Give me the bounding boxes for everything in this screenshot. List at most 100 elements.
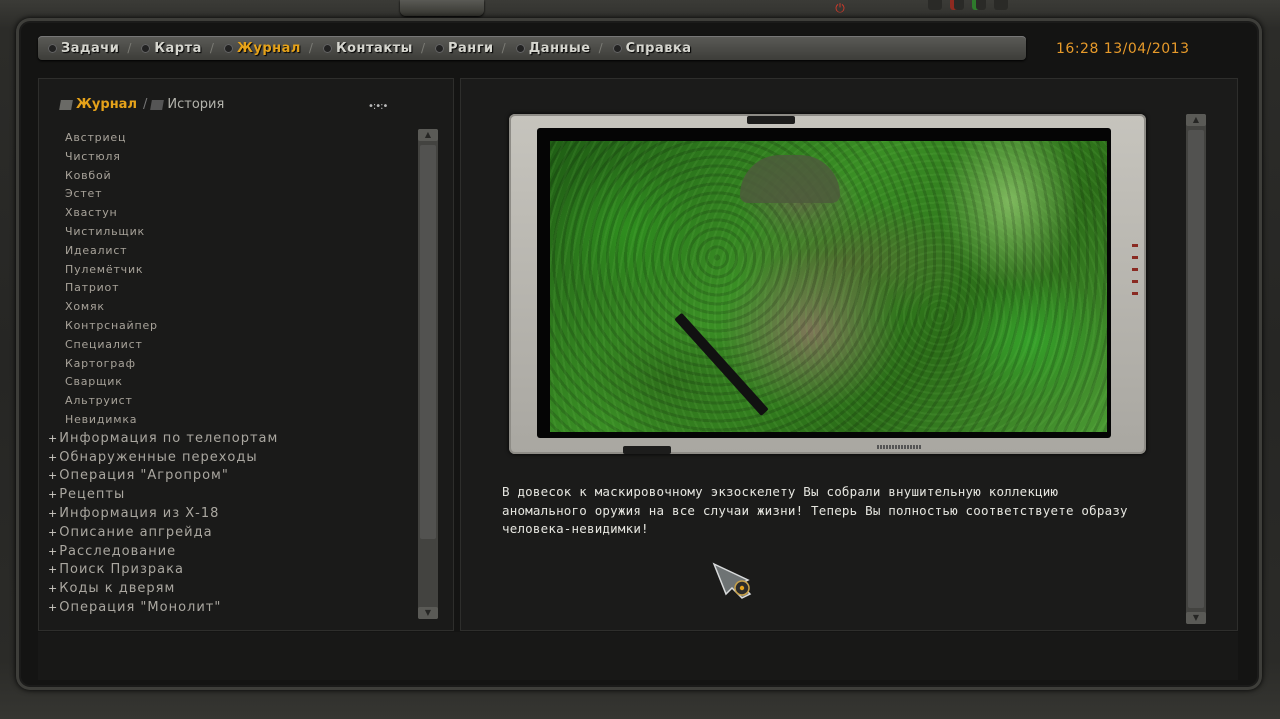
menu-label: Контакты	[335, 40, 413, 56]
plus-icon: +	[48, 506, 59, 520]
scroll-down-button[interactable]: ▼	[418, 607, 438, 619]
led	[950, 0, 964, 10]
scroll-up-button[interactable]: ▲	[1186, 114, 1206, 126]
power-icon: ⏻	[835, 1, 845, 15]
section-label: Коды к дверям	[59, 581, 176, 597]
menu-label: Ранги	[447, 40, 494, 56]
list-item[interactable]: Картограф	[48, 355, 408, 374]
plus-icon: +	[48, 450, 59, 464]
menu-label: Задачи	[61, 40, 120, 56]
scroll-down-button[interactable]: ▼	[1186, 612, 1206, 624]
list-scrollbar[interactable]: ▲ ▼	[418, 129, 438, 619]
scroll-thumb[interactable]	[1188, 130, 1204, 608]
section-label: Расследование	[59, 543, 177, 559]
subtab-history[interactable]: История	[150, 97, 225, 112]
scroll-arrow-icon: ▼	[424, 608, 432, 617]
list-item[interactable]: Альтруист	[48, 392, 408, 411]
menu-tab-tasks[interactable]: Задачи	[48, 41, 119, 56]
menu-separator: /	[209, 41, 214, 55]
section-label: Операция "Агропром"	[59, 468, 229, 484]
section-label: Рецепты	[59, 487, 126, 503]
menu-label: Справка	[625, 40, 692, 56]
section-item[interactable]: +Рецепты	[48, 486, 408, 505]
pda-cursor-icon	[712, 562, 752, 599]
menu-separator: /	[501, 41, 506, 55]
dots-icon: •:•:•	[368, 101, 388, 112]
plus-icon: +	[48, 431, 59, 445]
scroll-arrow-icon: ▲	[1192, 115, 1200, 124]
list-item[interactable]: Чистюля	[48, 148, 408, 167]
status-leds	[928, 0, 1008, 10]
bezel-handle	[623, 446, 671, 454]
menu-bullet-icon	[48, 43, 57, 53]
menu-tab-help[interactable]: Справка	[612, 40, 692, 56]
menu-separator: /	[127, 41, 132, 55]
menu-label: Карта	[154, 40, 202, 56]
scroll-arrow-icon: ▼	[1192, 613, 1200, 622]
section-item[interactable]: +Операция "Монолит"	[48, 599, 408, 618]
section-item[interactable]: +Информация из Х-18	[48, 505, 408, 524]
menu-bullet-icon	[322, 43, 332, 53]
menu-tab-journal[interactable]: Журнал	[223, 40, 301, 56]
plus-icon: +	[48, 582, 59, 596]
menu-bullet-icon	[515, 43, 525, 53]
section-item[interactable]: +Операция "Агропром"	[48, 467, 408, 486]
bezel-handle	[747, 116, 795, 124]
section-item[interactable]: +Коды к дверям	[48, 580, 408, 599]
section-item[interactable]: +Описание апгрейда	[48, 524, 408, 543]
speaker-grille	[877, 445, 921, 449]
plus-icon: +	[48, 563, 59, 577]
menu-separator: /	[420, 41, 425, 55]
menu-bullet-icon	[612, 43, 622, 53]
power-button[interactable]: ⏻	[400, 0, 845, 16]
list-item[interactable]: Контрснайпер	[48, 317, 408, 336]
section-label: Поиск Призрака	[59, 562, 184, 578]
menu-tab-map[interactable]: Карта	[141, 41, 202, 56]
list-item[interactable]: Чистильщик	[48, 223, 408, 242]
list-item[interactable]: Сварщик	[48, 373, 408, 392]
menu-tab-data[interactable]: Данные	[515, 40, 591, 56]
led	[972, 0, 986, 10]
main-menu: Задачи / Карта / Журнал / Контакты / Ран…	[38, 36, 1026, 60]
list-item[interactable]: Патриот	[48, 279, 408, 298]
menu-separator: /	[308, 41, 313, 55]
list-item[interactable]: Хомяк	[48, 298, 408, 317]
list-item[interactable]: Австриец	[48, 129, 408, 148]
section-item[interactable]: +Информация по телепортам	[48, 430, 408, 449]
content-scrollbar[interactable]: ▲ ▼	[1186, 114, 1206, 624]
journal-list: Австриец Чистюля Ковбой Эстет Хвастун Чи…	[48, 129, 408, 618]
achievement-description: В довесок к маскировочному экзоскелету В…	[502, 484, 1128, 536]
menu-label: Журнал	[236, 40, 301, 56]
section-item[interactable]: +Расследование	[48, 543, 408, 562]
menu-bullet-icon	[434, 43, 444, 53]
section-item[interactable]: +Обнаруженные переходы	[48, 449, 408, 468]
list-item[interactable]: Специалист	[48, 336, 408, 355]
list-item[interactable]: Невидимка	[48, 411, 408, 430]
menu-tab-ranks[interactable]: Ранги	[434, 40, 494, 56]
list-item[interactable]: Идеалист	[48, 242, 408, 261]
subtab-journal[interactable]: Журнал	[59, 97, 137, 112]
plus-icon: +	[48, 525, 59, 539]
subtab-separator: /	[142, 97, 148, 112]
section-item[interactable]: +Поиск Призрака	[48, 561, 408, 580]
list-item[interactable]: Ковбой	[48, 167, 408, 186]
section-label: Описание апгрейда	[59, 524, 213, 540]
section-label: Информация по телепортам	[59, 430, 279, 446]
menu-bullet-icon	[223, 43, 233, 53]
section-label: Обнаруженные переходы	[59, 449, 258, 465]
menu-tab-contacts[interactable]: Контакты	[322, 40, 413, 56]
journal-tab-icon	[59, 99, 73, 110]
plus-icon: +	[48, 544, 59, 558]
list-item[interactable]: Хвастун	[48, 204, 408, 223]
menu-separator: /	[598, 41, 603, 55]
scroll-arrow-icon: ▲	[424, 130, 432, 139]
subtab-label: История	[167, 97, 225, 112]
scroll-thumb[interactable]	[420, 145, 436, 539]
list-item[interactable]: Эстет	[48, 185, 408, 204]
subtab-label: Журнал	[76, 97, 137, 112]
scroll-up-button[interactable]: ▲	[418, 129, 438, 141]
list-item[interactable]: Пулемётчик	[48, 261, 408, 280]
bottom-strip	[38, 632, 1238, 680]
clock: 16:28 13/04/2013	[1056, 41, 1190, 57]
menu-label: Данные	[528, 40, 591, 56]
